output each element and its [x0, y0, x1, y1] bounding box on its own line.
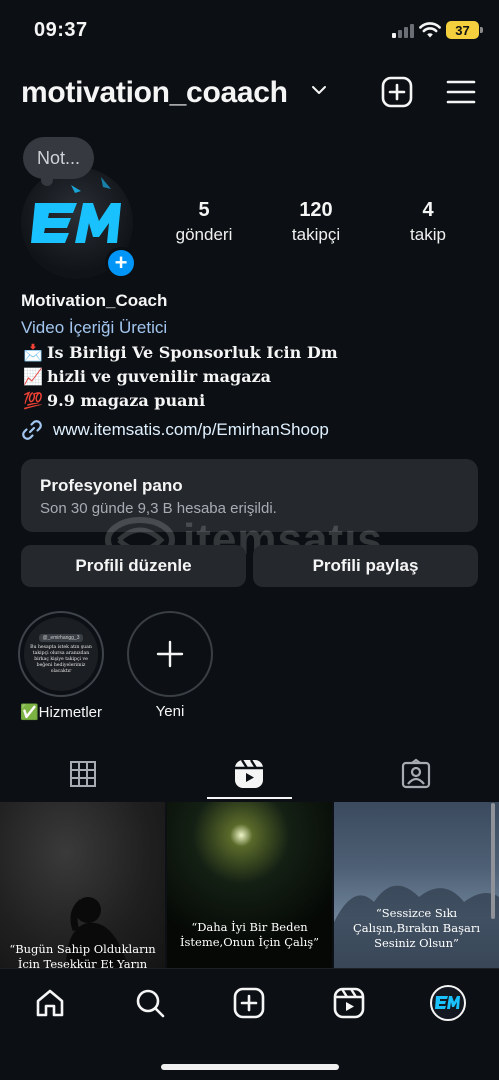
- post-thumbnail[interactable]: “Daha İyi Bir Beden İsteme,Onun İçin Çal…: [167, 802, 332, 968]
- followers-count[interactable]: 120 takipçi: [266, 199, 366, 245]
- highlight-ring: [127, 611, 213, 697]
- battery-indicator: 37: [446, 21, 483, 39]
- post-thumbnail[interactable]: “Sessizce Sıkı Çalışın,Bırakın Başarı Se…: [334, 802, 499, 968]
- profile-header: motivation_coaach: [0, 70, 499, 118]
- bio-line-text: Is Birligi Ve Sponsorluk Icin Dm: [47, 343, 338, 362]
- post-caption: “Daha İyi Bir Beden İsteme,Onun İçin Çal…: [179, 920, 320, 949]
- following-count-value: 4: [422, 199, 434, 221]
- bio-line: 📩 Is Birligi Ve Sponsorluk Icin Dm: [21, 341, 481, 365]
- tab-tagged[interactable]: [333, 748, 499, 800]
- posts-grid: “Bugün Sahip Oldukların İçin Teşekkür Et…: [0, 802, 499, 968]
- envelope-icon: 📩: [23, 343, 43, 362]
- bio-line: 💯 9.9 magaza puani: [21, 389, 481, 413]
- highlight-handle: @_emirhangg_3: [39, 633, 83, 642]
- search-icon: [136, 989, 165, 1018]
- status-bar: 09:37 37: [0, 0, 499, 60]
- nav-search[interactable]: [130, 983, 170, 1023]
- cellular-signal-icon: [392, 24, 414, 38]
- hundred-points-icon: 💯: [23, 391, 43, 410]
- profile-avatar: [430, 985, 466, 1021]
- tagged-icon: [401, 758, 431, 789]
- bio-link-text: www.itemsatis.com/p/EmirhanShoop: [53, 420, 329, 439]
- highlight-ring: @_emirhangg_3 Bu hesapta istek atın şuan…: [18, 611, 104, 697]
- profile-avatar[interactable]: +: [21, 167, 137, 279]
- plus-icon: [156, 640, 184, 668]
- home-indicator: [161, 1064, 339, 1070]
- tab-reels[interactable]: [166, 748, 332, 800]
- posts-count-value: 5: [198, 199, 210, 221]
- nav-home[interactable]: [30, 983, 70, 1023]
- profile-bio: Motivation_Coach Video İçeriği Üretici 📩…: [21, 290, 481, 441]
- dashboard-title: Profesyonel pano: [40, 476, 183, 495]
- bio-link[interactable]: www.itemsatis.com/p/EmirhanShoop: [21, 419, 481, 441]
- wifi-icon: [419, 22, 441, 38]
- highlight-thumb-text: Bu hesapta istek atın şuan takipçi olurs…: [30, 644, 92, 674]
- battery-level: 37: [455, 22, 470, 38]
- highlight-hizmetler[interactable]: @_emirhangg_3 Bu hesapta istek atın şuan…: [16, 611, 106, 721]
- followers-count-label: takipçi: [291, 225, 341, 244]
- highlight-new[interactable]: Yeni: [125, 611, 215, 720]
- nav-create[interactable]: [229, 983, 269, 1023]
- menu-icon[interactable]: [446, 79, 476, 105]
- highlight-label: ✅ Hizmetler: [16, 703, 106, 722]
- reels-icon: [235, 759, 263, 788]
- nav-profile[interactable]: [428, 983, 468, 1023]
- posts-count-label: gönderi: [175, 225, 233, 244]
- home-icon: [36, 989, 64, 1017]
- account-username[interactable]: motivation_coaach: [21, 76, 288, 110]
- followers-count-value: 120: [299, 199, 333, 221]
- following-count-label: takip: [410, 225, 446, 244]
- following-count[interactable]: 4 takip: [378, 199, 478, 245]
- create-post-icon[interactable]: [381, 76, 413, 108]
- highlight-label: Yeni: [125, 703, 215, 720]
- note-bubble[interactable]: Not...: [23, 137, 95, 186]
- chevron-down-icon[interactable]: [311, 84, 327, 96]
- edit-profile-button[interactable]: Profili düzenle: [21, 545, 246, 587]
- professional-dashboard-card[interactable]: Profesyonel pano Son 30 günde 9,3 B hesa…: [21, 459, 478, 532]
- add-story-button[interactable]: +: [105, 247, 137, 279]
- bottom-navigation: [0, 968, 499, 1080]
- edit-profile-label: Profili düzenle: [75, 556, 192, 575]
- highlight-label-text: Hizmetler: [38, 703, 103, 721]
- profile-tabs: [0, 748, 499, 800]
- bio-line-text: 9.9 magaza puani: [47, 391, 206, 410]
- highlight-label-text: Yeni: [155, 703, 185, 720]
- scrollbar[interactable]: [491, 803, 495, 919]
- note-text: Not...: [37, 147, 81, 168]
- link-icon: [22, 420, 42, 440]
- profile-category[interactable]: Video İçeriği Üretici: [21, 315, 481, 341]
- highlight-thumbnail: @_emirhangg_3 Bu hesapta istek atın şuan…: [24, 617, 98, 691]
- post-caption: “Bugün Sahip Oldukların İçin Teşekkür Et…: [9, 942, 156, 968]
- check-mark-icon: ✅: [19, 704, 39, 721]
- tab-posts[interactable]: [0, 748, 166, 800]
- reels-icon: [333, 987, 365, 1019]
- share-profile-button[interactable]: Profili paylaş: [253, 545, 478, 587]
- create-icon: [233, 987, 265, 1019]
- chart-increasing-icon: 📈: [23, 367, 43, 386]
- status-time: 09:37: [34, 19, 88, 41]
- bio-line-text: hizli ve guvenilir magaza: [47, 367, 272, 386]
- posts-count[interactable]: 5 gönderi: [154, 199, 254, 245]
- dashboard-subtitle: Son 30 günde 9,3 B hesaba erişildi.: [40, 500, 277, 517]
- bio-line: 📈 hizli ve guvenilir magaza: [21, 365, 481, 389]
- post-thumbnail[interactable]: “Bugün Sahip Oldukların İçin Teşekkür Et…: [0, 802, 165, 968]
- active-tab-indicator: [207, 797, 292, 799]
- nav-reels[interactable]: [329, 983, 369, 1023]
- grid-icon: [70, 761, 96, 787]
- post-caption: “Sessizce Sıkı Çalışın,Bırakın Başarı Se…: [352, 906, 481, 950]
- share-profile-label: Profili paylaş: [312, 556, 419, 575]
- profile-name: Motivation_Coach: [21, 291, 168, 310]
